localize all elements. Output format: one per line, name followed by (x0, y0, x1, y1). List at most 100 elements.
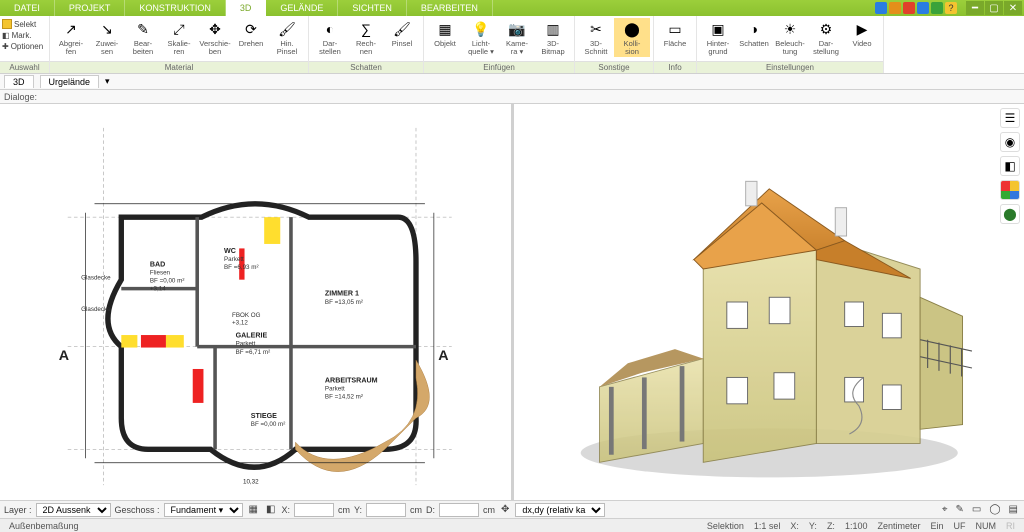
ribbon-zuweisen[interactable]: ↘Zuwei- sen (89, 18, 125, 57)
ribbon-label: Beleuch- tung (775, 40, 805, 56)
mode-icon[interactable]: ✥ (499, 504, 511, 515)
group-label: Material (50, 61, 308, 73)
tool-icon[interactable]: ▤ (1007, 504, 1020, 515)
sel-mark[interactable]: ◧ Mark. (2, 30, 32, 41)
status-y: Y: (804, 521, 822, 531)
sel-selekt[interactable]: Selekt (2, 18, 36, 30)
view-tab-urgelaende[interactable]: Urgelände (40, 75, 100, 88)
ribbon-beleuchtung[interactable]: ☀Beleuch- tung (772, 18, 808, 57)
status-bar-1: Layer : 2D Aussenk Geschoss : Fundament … (0, 500, 1024, 518)
cursor-icon (2, 19, 12, 29)
workspace: BADFliesenBF =0,00 m²+3,14ZIMMER 1BF =13… (0, 104, 1024, 500)
ribbon-label: Video (852, 40, 871, 48)
title-icon[interactable] (917, 2, 929, 14)
darstellung-icon: ⚙ (816, 19, 836, 39)
menu-gelaende[interactable]: GELÄNDE (266, 0, 338, 16)
color-palette-icon[interactable] (1000, 180, 1020, 200)
coord-mode-select[interactable]: dx,dy (relativ ka (515, 503, 605, 517)
dialog-label: Dialoge: (4, 92, 37, 102)
tool-icon[interactable]: ✎ (954, 504, 966, 515)
ribbon-lichtquelle[interactable]: 💡Licht- quelle ▾ (463, 18, 499, 57)
ribbon-label: Objekt (434, 40, 456, 48)
title-icon[interactable] (875, 2, 887, 14)
ribbon-video[interactable]: ▶Video (844, 18, 880, 49)
layer-select[interactable]: 2D Aussenk (36, 503, 111, 517)
ribbon-label: Licht- quelle ▾ (468, 40, 494, 56)
ribbon-hin-pinsel[interactable]: 🖌Hin. Pinsel (269, 18, 305, 57)
svg-text:BF =6,71 m²: BF =6,71 m² (236, 349, 271, 356)
ribbon-abgreifen[interactable]: ↗Abgrei- fen (53, 18, 89, 57)
cube-icon[interactable]: ◧ (1000, 156, 1020, 176)
menu-projekt[interactable]: PROJEKT (55, 0, 126, 16)
tab-dropdown[interactable]: ▾ (105, 76, 110, 87)
ribbon-label: 3D- Schnitt (585, 40, 608, 56)
ribbon-label: Skalie- ren (168, 40, 191, 56)
ribbon-pinsel[interactable]: 🖌Pinsel (384, 18, 420, 49)
ribbon-darstellung[interactable]: ⚙Dar- stellung (808, 18, 844, 57)
svg-text:WC: WC (224, 247, 236, 255)
3d-view-pane[interactable]: ☰ ◉ ◧ ⬤ (514, 104, 1024, 500)
bearbeiten-icon: ✎ (133, 19, 153, 39)
tool-icon[interactable]: ◯ (987, 504, 1002, 515)
window-close[interactable]: ✕ (1004, 1, 1022, 15)
svg-text:FBOK OG: FBOK OG (232, 312, 261, 319)
tree-icon[interactable]: ⬤ (1000, 204, 1020, 224)
title-icon[interactable] (903, 2, 915, 14)
ribbon-verschieben[interactable]: ✥Verschie- ben (197, 18, 233, 57)
ribbon-hintergrund[interactable]: ▣Hinter- grund (700, 18, 736, 57)
coord-d-input[interactable] (439, 503, 479, 517)
ribbon-darstellen[interactable]: ◐Dar- stellen (312, 18, 348, 57)
ribbon-bearbeiten[interactable]: ✎Bear- beiten (125, 18, 161, 57)
ribbon: Selekt ◧ Mark. ✚ Optionen Auswahl ↗Abgre… (0, 16, 1024, 74)
menu-bearbeiten[interactable]: BEARBEITEN (407, 0, 493, 16)
ribbon-3d-schnitt[interactable]: ✂3D- Schnitt (578, 18, 614, 57)
side-palette: ☰ ◉ ◧ ⬤ (1000, 108, 1022, 224)
eye-icon[interactable]: ◉ (1000, 132, 1020, 152)
layers-icon[interactable]: ☰ (1000, 108, 1020, 128)
hin-pinsel-icon: 🖌 (277, 19, 297, 39)
ribbon-skalieren[interactable]: ⤢Skalie- ren (161, 18, 197, 57)
ribbon-flaeche[interactable]: ▭Fläche (657, 18, 693, 49)
darstellen-icon: ◐ (320, 19, 340, 39)
svg-text:BF =0,00 m²: BF =0,00 m² (251, 421, 286, 428)
group-label: Schatten (309, 61, 423, 73)
floorplan-pane[interactable]: BADFliesenBF =0,00 m²+3,14ZIMMER 1BF =13… (0, 104, 514, 500)
tool-icon[interactable]: ⌖ (940, 504, 950, 515)
svg-text:Parkett: Parkett (224, 256, 244, 263)
menu-sichten[interactable]: SICHTEN (338, 0, 407, 16)
svg-text:BAD: BAD (150, 260, 165, 268)
help-icon[interactable]: ? (945, 2, 957, 14)
ribbon-3d-bitmap[interactable]: ▥3D- Bitmap (535, 18, 571, 57)
schatten2-icon: ◑ (744, 19, 764, 39)
ribbon-schatten2[interactable]: ◑Schatten (736, 18, 772, 49)
ribbon-rechnen[interactable]: ∑Rech- nen (348, 18, 384, 57)
window-minimize[interactable]: ━ (966, 1, 984, 15)
objekt-icon: ▦ (435, 19, 455, 39)
title-icon[interactable] (931, 2, 943, 14)
group-label: Info (654, 61, 696, 73)
zuweisen-icon: ↘ (97, 19, 117, 39)
ribbon-kamera[interactable]: 📷Kame- ra ▾ (499, 18, 535, 57)
group-label: Einstellungen (697, 61, 883, 73)
coord-x-input[interactable] (294, 503, 334, 517)
sel-optionen[interactable]: ✚ Optionen (2, 41, 43, 52)
title-icon[interactable] (889, 2, 901, 14)
ribbon-kollision[interactable]: ⬤Kolli- sion (614, 18, 650, 57)
svg-text:BF =14,52 m²: BF =14,52 m² (325, 393, 363, 400)
view-tab-3d[interactable]: 3D (4, 75, 34, 88)
drehen-icon: ⟳ (241, 19, 261, 39)
tool-icon[interactable]: ◧ (264, 504, 277, 515)
ribbon-objekt[interactable]: ▦Objekt (427, 18, 463, 49)
ribbon-label: Drehen (239, 40, 264, 48)
menu-3d[interactable]: 3D (226, 0, 267, 16)
geschoss-select[interactable]: Fundament ▾ (164, 503, 243, 517)
tool-icon[interactable]: ▦ (247, 504, 260, 515)
window-maximize[interactable]: ▢ (985, 1, 1003, 15)
menu-datei[interactable]: DATEI (0, 0, 55, 16)
tool-icon[interactable]: ▭ (970, 504, 983, 515)
menu-konstruktion[interactable]: KONSTRUKTION (125, 0, 226, 16)
ribbon-drehen[interactable]: ⟳Drehen (233, 18, 269, 49)
ribbon-label: Bear- beiten (133, 40, 153, 56)
coord-y-input[interactable] (366, 503, 406, 517)
svg-text:+3,12: +3,12 (232, 319, 248, 326)
